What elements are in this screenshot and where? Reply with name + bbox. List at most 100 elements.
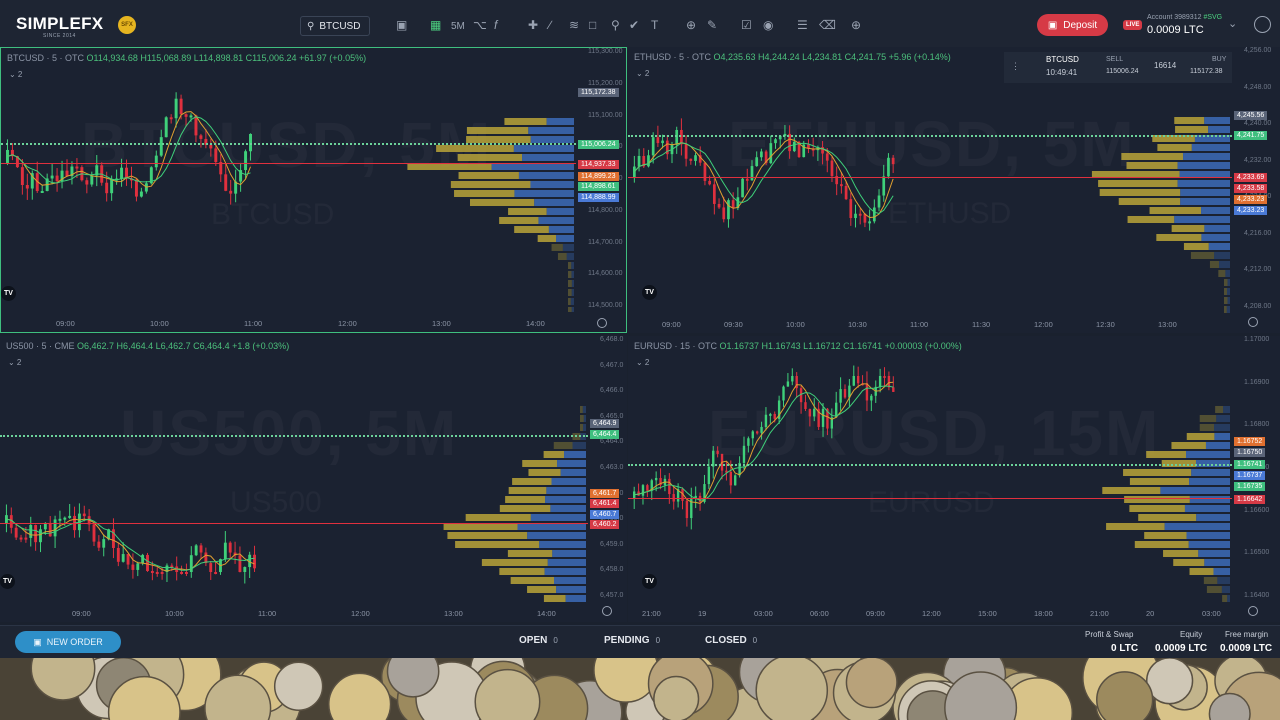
candle-body bbox=[199, 545, 203, 553]
lock-icon[interactable]: ☑ bbox=[741, 17, 752, 33]
tradingview-logo-icon[interactable]: TV bbox=[0, 574, 15, 589]
layers-icon[interactable]: ☰ bbox=[797, 17, 808, 33]
sell-label[interactable]: SELL bbox=[1106, 56, 1123, 63]
drag-handle-icon[interactable]: ⋮ bbox=[1011, 61, 1020, 72]
volume-profile-bar bbox=[1186, 433, 1215, 440]
tab-closed[interactable]: CLOSED 0 bbox=[705, 635, 757, 646]
price-axis-label: 1.16500 bbox=[1244, 549, 1270, 557]
ask-price-line[interactable] bbox=[0, 435, 588, 437]
trash-icon[interactable]: ⌫ bbox=[819, 17, 836, 33]
chevron-down-icon[interactable]: ⌄ bbox=[1228, 17, 1237, 30]
formula-icon[interactable]: f bbox=[494, 17, 497, 33]
gear-icon[interactable] bbox=[597, 318, 607, 328]
bid-price-line[interactable] bbox=[628, 177, 1232, 178]
volume-profile-bar bbox=[530, 136, 574, 143]
price-tag: 4,233.23 bbox=[1234, 206, 1268, 215]
time-axis-label: 11:00 bbox=[258, 609, 277, 618]
buy-price[interactable]: 115172.38 bbox=[1190, 68, 1223, 75]
volume-profile-bar bbox=[1149, 207, 1202, 214]
volume-profile-bar bbox=[1129, 478, 1190, 485]
candlestick-chart[interactable] bbox=[1, 48, 576, 312]
chevron-icon[interactable]: ⊕ bbox=[851, 17, 861, 33]
candle-body bbox=[654, 477, 658, 481]
chart-panel-eurusd[interactable]: EURUSD · 15 · OTC O1.16737 H1.16743 L1.1… bbox=[628, 336, 1280, 622]
volume-profile-bar bbox=[1180, 189, 1230, 196]
account-label[interactable]: Account 3989312 #SVG bbox=[1147, 14, 1222, 21]
tradingview-logo-icon[interactable]: TV bbox=[642, 574, 657, 589]
deposit-button[interactable]: ▣ Deposit bbox=[1037, 14, 1108, 36]
time-axis-label: 13:00 bbox=[444, 609, 463, 618]
gear-icon[interactable] bbox=[1248, 606, 1258, 616]
sfx-token-badge[interactable]: SFX bbox=[118, 16, 136, 34]
coin bbox=[755, 658, 829, 720]
sell-price[interactable]: 115006.24 bbox=[1106, 68, 1139, 75]
bid-price-line[interactable] bbox=[628, 498, 1232, 499]
volume-profile-bar bbox=[528, 469, 561, 476]
crosshair-icon[interactable]: ✚ bbox=[528, 17, 538, 33]
ask-price-line[interactable] bbox=[628, 135, 1232, 137]
quote-widget[interactable]: ⋮ BTCUSD 10:49:41 SELL 115006.24 16614 B… bbox=[1004, 52, 1232, 83]
timeframe-button[interactable]: 5M bbox=[451, 19, 465, 35]
candlestick-chart[interactable] bbox=[628, 336, 1232, 602]
volume-profile-bar bbox=[1224, 279, 1228, 286]
ruler-icon[interactable]: ✎ bbox=[707, 17, 717, 33]
fib-icon[interactable]: ≋ bbox=[569, 17, 579, 33]
gear-icon[interactable] bbox=[1248, 317, 1258, 327]
tradingview-logo-icon[interactable]: TV bbox=[1, 286, 16, 301]
volume-profile-bar bbox=[443, 523, 518, 530]
volume-profile-bar bbox=[537, 235, 557, 242]
time-axis-label: 12:00 bbox=[1034, 320, 1053, 329]
volume-profile-bar bbox=[551, 478, 586, 485]
simplefx-logo[interactable]: SIMPLEFX bbox=[16, 14, 103, 34]
volume-profile-bar bbox=[447, 532, 528, 539]
layout-icon[interactable]: ▦ bbox=[430, 17, 441, 33]
volume-profile-bar bbox=[499, 217, 539, 224]
pattern-icon[interactable]: ✔ bbox=[629, 17, 639, 33]
chart-panel-ethusd[interactable]: ETHUSD · 5 · OTC O4,235.63 H4,244.24 L4,… bbox=[628, 47, 1280, 333]
volume-profile-bar bbox=[466, 136, 531, 143]
candles-icon[interactable]: ⌥ bbox=[473, 17, 487, 33]
bid-price-line[interactable] bbox=[0, 523, 588, 524]
price-axis-label: 114,500.00 bbox=[588, 302, 623, 309]
tab-pending[interactable]: PENDING 0 bbox=[604, 635, 660, 646]
tab-open[interactable]: OPEN 0 bbox=[519, 635, 558, 646]
bid-price-line[interactable] bbox=[1, 163, 576, 164]
ask-price-line[interactable] bbox=[1, 143, 576, 145]
rectangle-icon[interactable]: □ bbox=[589, 17, 596, 33]
account-balance[interactable]: 0.0009 LTC bbox=[1147, 24, 1204, 36]
buy-label[interactable]: BUY bbox=[1212, 56, 1226, 63]
volume-profile-bar bbox=[514, 226, 549, 233]
candlestick-chart[interactable] bbox=[628, 47, 1232, 313]
candle-body bbox=[154, 155, 158, 168]
candle-body bbox=[194, 115, 198, 136]
user-avatar-icon[interactable] bbox=[1254, 16, 1271, 33]
volume-profile-bar bbox=[1224, 288, 1227, 295]
new-order-button[interactable]: ▣ NEW ORDER bbox=[15, 631, 121, 653]
text-tool-icon[interactable]: T bbox=[651, 17, 658, 33]
eye-off-icon[interactable]: ◉ bbox=[763, 17, 773, 33]
volume-profile-bar bbox=[1198, 550, 1230, 557]
camera-icon[interactable]: ▣ bbox=[396, 17, 407, 33]
ask-price-line[interactable] bbox=[628, 464, 1232, 466]
candle-body bbox=[854, 213, 857, 219]
gear-icon[interactable] bbox=[602, 606, 612, 616]
zoom-in-icon[interactable]: ⊕ bbox=[686, 17, 696, 33]
pin-icon[interactable]: ⚲ bbox=[611, 17, 620, 33]
price-axis-label: 115,300.00 bbox=[588, 48, 623, 55]
free-margin-value: 0.0009 LTC bbox=[1220, 643, 1273, 654]
volume-profile-bar bbox=[1098, 180, 1178, 187]
candle-body bbox=[821, 408, 825, 427]
volume-profile-bar bbox=[580, 406, 583, 413]
candle-body bbox=[136, 563, 140, 570]
symbol-search-input[interactable]: ⚲ BTCUSD bbox=[300, 16, 370, 36]
volume-profile-bar bbox=[571, 271, 574, 278]
chart-panel-btcusd[interactable]: BTCUSD · 5 · OTC O114,934.68 H115,068.89… bbox=[0, 47, 627, 333]
volume-profile-bar bbox=[1126, 162, 1178, 169]
trendline-icon[interactable]: ∕ bbox=[549, 17, 551, 33]
price-axis-label: 6,458.0 bbox=[600, 566, 624, 574]
chart-panel-us500[interactable]: US500 · 5 · CME O6,462.7 H6,464.4 L6,462… bbox=[0, 336, 627, 622]
volume-profile-bar bbox=[1186, 532, 1230, 539]
candle-body bbox=[716, 450, 719, 454]
tradingview-logo-icon[interactable]: TV bbox=[642, 285, 657, 300]
candlestick-chart[interactable] bbox=[0, 336, 588, 602]
